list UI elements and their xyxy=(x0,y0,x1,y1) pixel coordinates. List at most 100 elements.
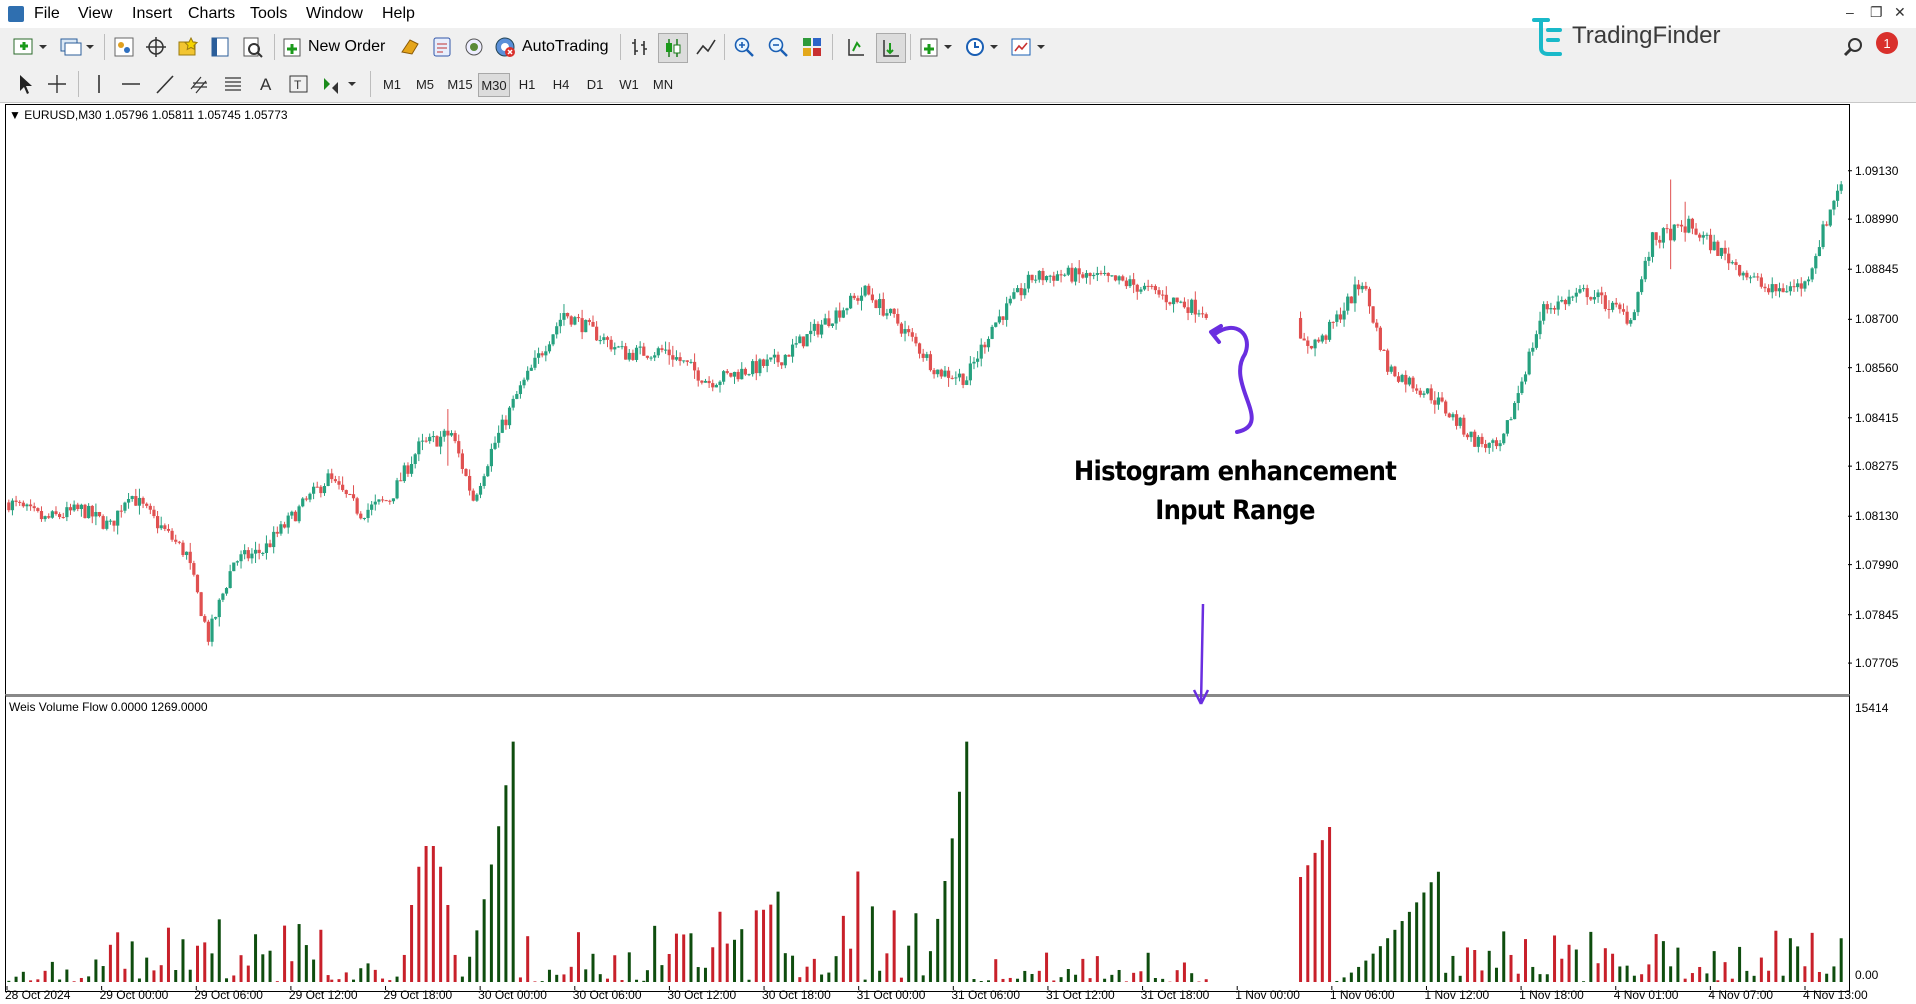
restore-icon[interactable]: ❐ xyxy=(1870,4,1883,21)
candlestick-chart-icon[interactable] xyxy=(658,33,688,63)
time-axis-label: 31 Oct 12:00 xyxy=(1045,988,1115,1002)
timeframe-mn[interactable]: MN xyxy=(648,73,678,95)
chart-menu-triangle-icon[interactable]: ▼ xyxy=(9,108,21,122)
bull-candle xyxy=(413,452,417,469)
favorites-icon[interactable] xyxy=(174,33,202,61)
line-chart-icon[interactable] xyxy=(692,33,720,61)
vertical-line-icon[interactable] xyxy=(86,70,112,98)
timeframe-m15[interactable]: M15 xyxy=(444,73,476,95)
chart-canvas[interactable] xyxy=(5,104,1916,1004)
notification-badge[interactable]: 1 xyxy=(1876,32,1898,54)
bear-candle xyxy=(1150,284,1154,290)
equidistant-channel-icon[interactable] xyxy=(186,70,214,98)
bear-candle xyxy=(671,345,675,367)
timeframe-h4[interactable]: H4 xyxy=(546,73,576,95)
menu-file[interactable]: File xyxy=(34,5,60,23)
signals-icon[interactable] xyxy=(460,33,488,61)
zoom-in-icon[interactable] xyxy=(730,33,758,61)
text-label-icon[interactable]: T xyxy=(286,70,312,98)
timeframe-m5[interactable]: M5 xyxy=(410,73,440,95)
horizontal-line-icon[interactable] xyxy=(118,70,144,98)
timeframe-w1[interactable]: W1 xyxy=(614,73,644,95)
indicators-icon[interactable] xyxy=(916,33,956,61)
menu-charts[interactable]: Charts xyxy=(188,5,235,23)
timeframe-h1[interactable]: H1 xyxy=(512,73,542,95)
bull-candle xyxy=(620,340,624,350)
close-icon[interactable]: ✕ xyxy=(1894,4,1906,21)
chart-window[interactable]: ▼ EURUSD,M30 1.05796 1.05811 1.05745 1.0… xyxy=(5,104,1916,1004)
bear-candle xyxy=(914,333,918,347)
bull-candle xyxy=(732,371,737,384)
bull-candle xyxy=(1451,412,1455,421)
bear-candle xyxy=(333,475,337,483)
tile-windows-icon[interactable] xyxy=(798,33,826,61)
arrows-icon[interactable] xyxy=(318,70,362,98)
cursor-icon[interactable] xyxy=(12,70,38,98)
bear-candle xyxy=(181,540,185,557)
bull-candle xyxy=(1578,285,1582,294)
bear-candle xyxy=(1781,283,1785,293)
bear-candle xyxy=(867,283,871,296)
bear-candle xyxy=(457,434,461,458)
tradingfinder-logo: TradingFinder xyxy=(1528,16,1721,56)
bear-candle xyxy=(1759,273,1763,289)
bull-candle xyxy=(769,357,773,362)
trendline-icon[interactable] xyxy=(152,70,178,98)
fibonacci-icon[interactable] xyxy=(220,70,248,98)
new-order-icon xyxy=(283,38,301,57)
bull-candle xyxy=(286,512,290,534)
bear-candle xyxy=(1473,429,1477,447)
crosshair-navigator-icon[interactable] xyxy=(142,33,170,61)
timeframe-m30[interactable]: M30 xyxy=(478,73,510,97)
search-icon[interactable] xyxy=(1843,36,1865,58)
bar-chart-icon[interactable] xyxy=(626,33,654,61)
crosshair-icon[interactable] xyxy=(44,70,70,98)
bull-candle xyxy=(1335,310,1339,327)
bull-candle xyxy=(598,335,602,345)
menu-window[interactable]: Window xyxy=(306,5,363,23)
timeframe-m1[interactable]: M1 xyxy=(378,73,406,95)
bear-candle xyxy=(921,348,925,362)
chart-shift-icon[interactable] xyxy=(842,33,870,61)
bull-candle xyxy=(613,342,617,356)
bull-candle xyxy=(634,345,639,363)
menu-view[interactable]: View xyxy=(78,5,112,23)
bear-candle xyxy=(1204,312,1208,320)
zoom-out-icon[interactable] xyxy=(764,33,792,61)
bull-candle xyxy=(301,497,305,508)
bear-candle xyxy=(609,336,613,352)
market-icon[interactable] xyxy=(428,33,456,61)
new-chart-icon[interactable] xyxy=(10,33,50,61)
bear-candle xyxy=(1585,284,1589,305)
metaquotes-icon[interactable] xyxy=(396,33,424,61)
profiles-icon[interactable] xyxy=(56,33,96,61)
bull-candle xyxy=(290,510,294,519)
new-order-button[interactable]: New Order xyxy=(282,33,390,61)
autotrading-button[interactable]: AutoTrading xyxy=(494,33,612,61)
minimize-icon[interactable]: – xyxy=(1846,4,1854,20)
templates-icon[interactable] xyxy=(1008,33,1048,61)
data-window-icon[interactable] xyxy=(206,33,234,61)
menu-help[interactable]: Help xyxy=(382,5,415,23)
bull-candle xyxy=(1712,234,1716,251)
bull-candle xyxy=(1770,277,1774,299)
bear-candle xyxy=(874,299,878,309)
bear-candle xyxy=(605,335,610,348)
menu-insert[interactable]: Insert xyxy=(132,5,172,23)
bear-candle xyxy=(468,469,472,496)
bear-candle xyxy=(1200,306,1205,318)
bull-candle xyxy=(1034,275,1038,284)
strategy-tester-icon[interactable] xyxy=(238,33,266,61)
periods-icon[interactable] xyxy=(962,33,1002,61)
bear-candle xyxy=(692,353,697,379)
timeframe-d1[interactable]: D1 xyxy=(580,73,610,95)
bear-candle xyxy=(1679,220,1684,232)
market-watch-icon[interactable] xyxy=(110,33,138,61)
bull-candle xyxy=(366,503,370,523)
menu-tools[interactable]: Tools xyxy=(250,5,287,23)
auto-scroll-icon[interactable] xyxy=(876,33,906,63)
bear-candle xyxy=(435,435,439,447)
text-icon[interactable]: A xyxy=(254,70,280,98)
bear-candle xyxy=(90,504,94,524)
tradingfinder-logo-icon xyxy=(1532,18,1562,56)
